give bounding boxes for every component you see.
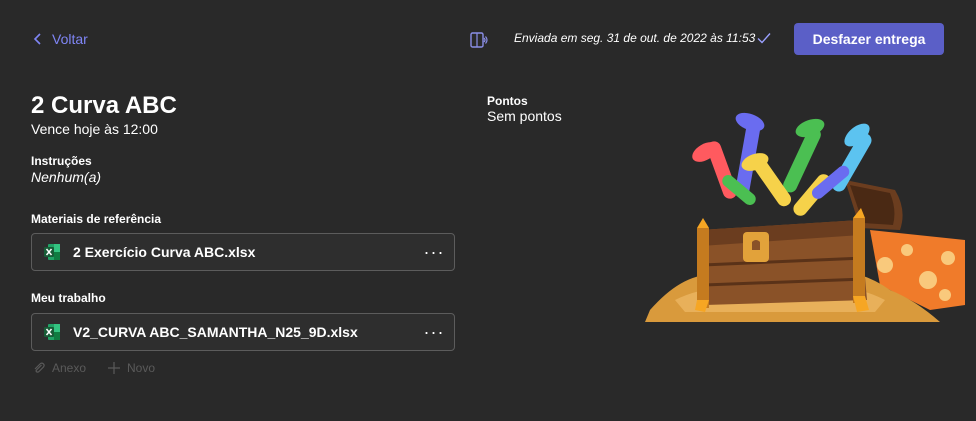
my-work-label: Meu trabalho [31,291,106,305]
back-link[interactable]: Voltar [32,31,88,47]
undo-submit-button[interactable]: Desfazer entrega [794,23,944,55]
chevron-left-icon [33,33,41,45]
more-options-icon[interactable]: ··· [418,243,450,261]
due-date: Vence hoje às 12:00 [31,121,158,137]
new-label: Novo [127,361,156,375]
excel-file-icon [44,324,60,340]
attach-label: Anexo [52,361,87,375]
my-work-file-name: V2_CURVA ABC_SAMANTHA_N25_9D.xlsx [73,324,358,340]
reference-file-card[interactable]: 2 Exercício Curva ABC.xlsx ··· [31,233,455,271]
more-options-icon[interactable]: ··· [418,323,450,341]
plus-icon [108,362,120,374]
my-work-file-card[interactable]: V2_CURVA ABC_SAMANTHA_N25_9D.xlsx ··· [31,313,455,351]
attach-button[interactable]: Anexo [32,361,86,375]
paperclip-icon [34,362,45,373]
immersive-reader-icon[interactable] [469,30,489,50]
back-label: Voltar [52,31,88,47]
reference-file-name: 2 Exercício Curva ABC.xlsx [73,244,256,260]
new-button[interactable]: Novo [107,361,155,375]
points-label: Pontos [487,94,528,108]
checkmark-icon [757,33,771,44]
instructions-label: Instruções [31,154,92,168]
submitted-timestamp: Enviada em seg. 31 de out. de 2022 às 11… [514,31,756,45]
instructions-value: Nenhum(a) [31,169,102,185]
points-value: Sem pontos [487,108,562,124]
treasure-chest-illustration [645,112,965,322]
excel-file-icon [44,244,60,260]
assignment-title: 2 Curva ABC [31,92,177,119]
reference-materials-label: Materiais de referência [31,212,162,226]
